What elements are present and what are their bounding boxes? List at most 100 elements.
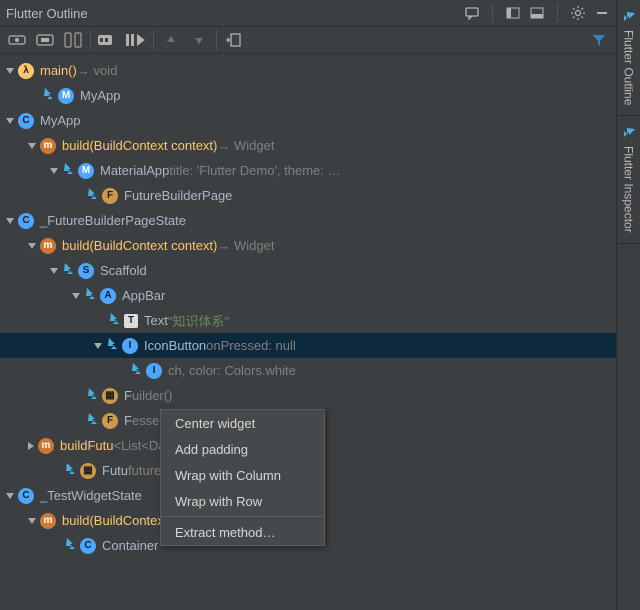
outline-tree[interactable]: λmain() → voidMMyAppCMyApp m build(BuildCo… bbox=[0, 54, 616, 610]
type-badge-icon: S bbox=[78, 263, 94, 279]
expand-arrow-icon[interactable] bbox=[50, 168, 58, 174]
type-badge-icon: F bbox=[102, 413, 118, 429]
expand-arrow-icon[interactable] bbox=[72, 293, 80, 299]
expand-arrow-icon[interactable] bbox=[28, 518, 36, 524]
expand-arrow-icon[interactable] bbox=[6, 218, 14, 224]
flutter-icon bbox=[108, 312, 124, 329]
expand-arrow-icon[interactable] bbox=[28, 143, 36, 149]
tree-item-label: Text bbox=[144, 313, 168, 328]
tree-item-label: buildFutu bbox=[60, 438, 113, 453]
type-badge-icon: C bbox=[18, 488, 34, 504]
gear-icon[interactable] bbox=[570, 5, 586, 21]
tree-row[interactable]: S Scaffold bbox=[0, 258, 616, 283]
expand-arrow-icon[interactable] bbox=[6, 493, 14, 499]
run-tool-button[interactable] bbox=[125, 29, 147, 51]
flutter-icon bbox=[64, 462, 80, 479]
flutter-icon bbox=[106, 337, 122, 354]
down-arrow-button[interactable] bbox=[188, 29, 210, 51]
tree-row[interactable]: m build(BuildContext context) → Widget bbox=[0, 133, 616, 158]
panel-header: Flutter Outline bbox=[0, 0, 616, 27]
type-badge-icon: M bbox=[78, 163, 94, 179]
minimize-icon[interactable] bbox=[594, 5, 610, 21]
flutter-icon bbox=[86, 187, 102, 204]
expand-arrow-icon[interactable] bbox=[94, 343, 102, 349]
menu-separator bbox=[161, 516, 324, 517]
flutter-icon bbox=[62, 262, 78, 279]
tree-item-label: main() bbox=[40, 63, 77, 78]
type-badge-icon: ▦ bbox=[102, 388, 118, 404]
flutter-icon bbox=[86, 412, 102, 429]
tree-row[interactable]: ▦Fuilder() bbox=[0, 383, 616, 408]
tree-row[interactable]: F FutureBuilderPage bbox=[0, 183, 616, 208]
tree-item-suffix: → Widget bbox=[217, 238, 274, 253]
column-tool-button[interactable] bbox=[62, 29, 84, 51]
tree-row[interactable]: λmain() → void bbox=[0, 58, 616, 83]
tree-item-label: IconButton bbox=[144, 338, 206, 353]
tree-item-detail: onPressed: null bbox=[206, 338, 296, 353]
menu-extract-method[interactable]: Extract method… bbox=[161, 519, 324, 545]
type-badge-icon: m bbox=[38, 438, 54, 454]
expand-arrow-icon[interactable] bbox=[6, 68, 14, 74]
tree-item-suffix: → void bbox=[77, 63, 117, 78]
menu-add-padding[interactable]: Add padding bbox=[161, 436, 324, 462]
tree-row[interactable]: T Text "知识体系" bbox=[0, 308, 616, 333]
flutter-icon bbox=[64, 537, 80, 554]
type-badge-icon: C bbox=[80, 538, 96, 554]
tree-item-label: Scaffold bbox=[100, 263, 147, 278]
expand-arrow-icon[interactable] bbox=[50, 268, 58, 274]
menu-wrap-column[interactable]: Wrap with Column bbox=[161, 462, 324, 488]
menu-wrap-row[interactable]: Wrap with Row bbox=[161, 488, 324, 514]
flutter-icon bbox=[62, 162, 78, 179]
flutter-icon bbox=[130, 362, 146, 379]
type-badge-icon: F bbox=[102, 188, 118, 204]
tree-item-label: MaterialApp bbox=[100, 163, 169, 178]
flutter-icon bbox=[84, 287, 100, 304]
tree-row[interactable]: M MaterialApp title: 'Flutter Demo', them… bbox=[0, 158, 616, 183]
side-tab-outline[interactable]: Flutter Outline bbox=[617, 0, 640, 116]
tree-item-detail: ch, color: Colors.white bbox=[168, 363, 296, 378]
tree-item-string: "知识体系" bbox=[168, 311, 229, 330]
menu-center-widget[interactable]: Center widget bbox=[161, 410, 324, 436]
tree-item-label: build(BuildContext context) bbox=[62, 238, 217, 253]
tree-row[interactable]: mbuild(BuildContext context) → Widget bbox=[0, 233, 616, 258]
type-badge-icon: C bbox=[18, 213, 34, 229]
filter-icon[interactable] bbox=[588, 29, 610, 51]
padding-tool-button[interactable] bbox=[34, 29, 56, 51]
type-badge-icon: T bbox=[124, 314, 138, 328]
up-arrow-button[interactable] bbox=[160, 29, 182, 51]
type-badge-icon: m bbox=[40, 138, 56, 154]
expand-arrow-icon[interactable] bbox=[28, 243, 36, 249]
tree-item-label: _TestWidgetState bbox=[40, 488, 142, 503]
tree-item-suffix: → Widget bbox=[217, 138, 274, 153]
type-badge-icon: ▦ bbox=[80, 463, 96, 479]
tree-row[interactable]: I IconButton onPressed: null bbox=[0, 333, 616, 358]
expand-arrow-icon[interactable] bbox=[6, 118, 14, 124]
tree-row[interactable]: CMyApp bbox=[0, 108, 616, 133]
tree-item-label: AppBar bbox=[122, 288, 165, 303]
type-badge-icon: I bbox=[122, 338, 138, 354]
back-icon-button[interactable] bbox=[223, 29, 245, 51]
tree-row[interactable]: MMyApp bbox=[0, 83, 616, 108]
tree-item-label: F bbox=[124, 413, 132, 428]
center-tool-button[interactable] bbox=[6, 29, 28, 51]
side-tab-inspector[interactable]: Flutter Inspector bbox=[617, 116, 640, 244]
tree-row[interactable]: C_FutureBuilderPageState bbox=[0, 208, 616, 233]
tree-row[interactable]: A AppBar bbox=[0, 283, 616, 308]
toolbar bbox=[0, 27, 616, 54]
chat-icon[interactable] bbox=[464, 5, 480, 21]
tree-item-label: Futu bbox=[102, 463, 128, 478]
tree-item-label: FutureBuilderPage bbox=[124, 188, 232, 203]
type-badge-icon: C bbox=[18, 113, 34, 129]
expand-arrow-icon[interactable] bbox=[28, 442, 34, 450]
type-badge-icon: A bbox=[100, 288, 116, 304]
tree-item-detail: title: 'Flutter Demo', theme: … bbox=[169, 163, 340, 178]
tree-row[interactable]: Ich, color: Colors.white bbox=[0, 358, 616, 383]
context-menu: Center widget Add padding Wrap with Colu… bbox=[160, 409, 325, 546]
right-side-tabs: Flutter Outline Flutter Inspector bbox=[616, 0, 640, 610]
dock-left-icon[interactable] bbox=[505, 5, 521, 21]
tree-item-label: build(BuildContext context) bbox=[62, 138, 217, 153]
tree-item-label: F bbox=[124, 388, 132, 403]
dock-bottom-icon[interactable] bbox=[529, 5, 545, 21]
tree-item-label: Container bbox=[102, 538, 158, 553]
extract-tool-button[interactable] bbox=[97, 29, 119, 51]
